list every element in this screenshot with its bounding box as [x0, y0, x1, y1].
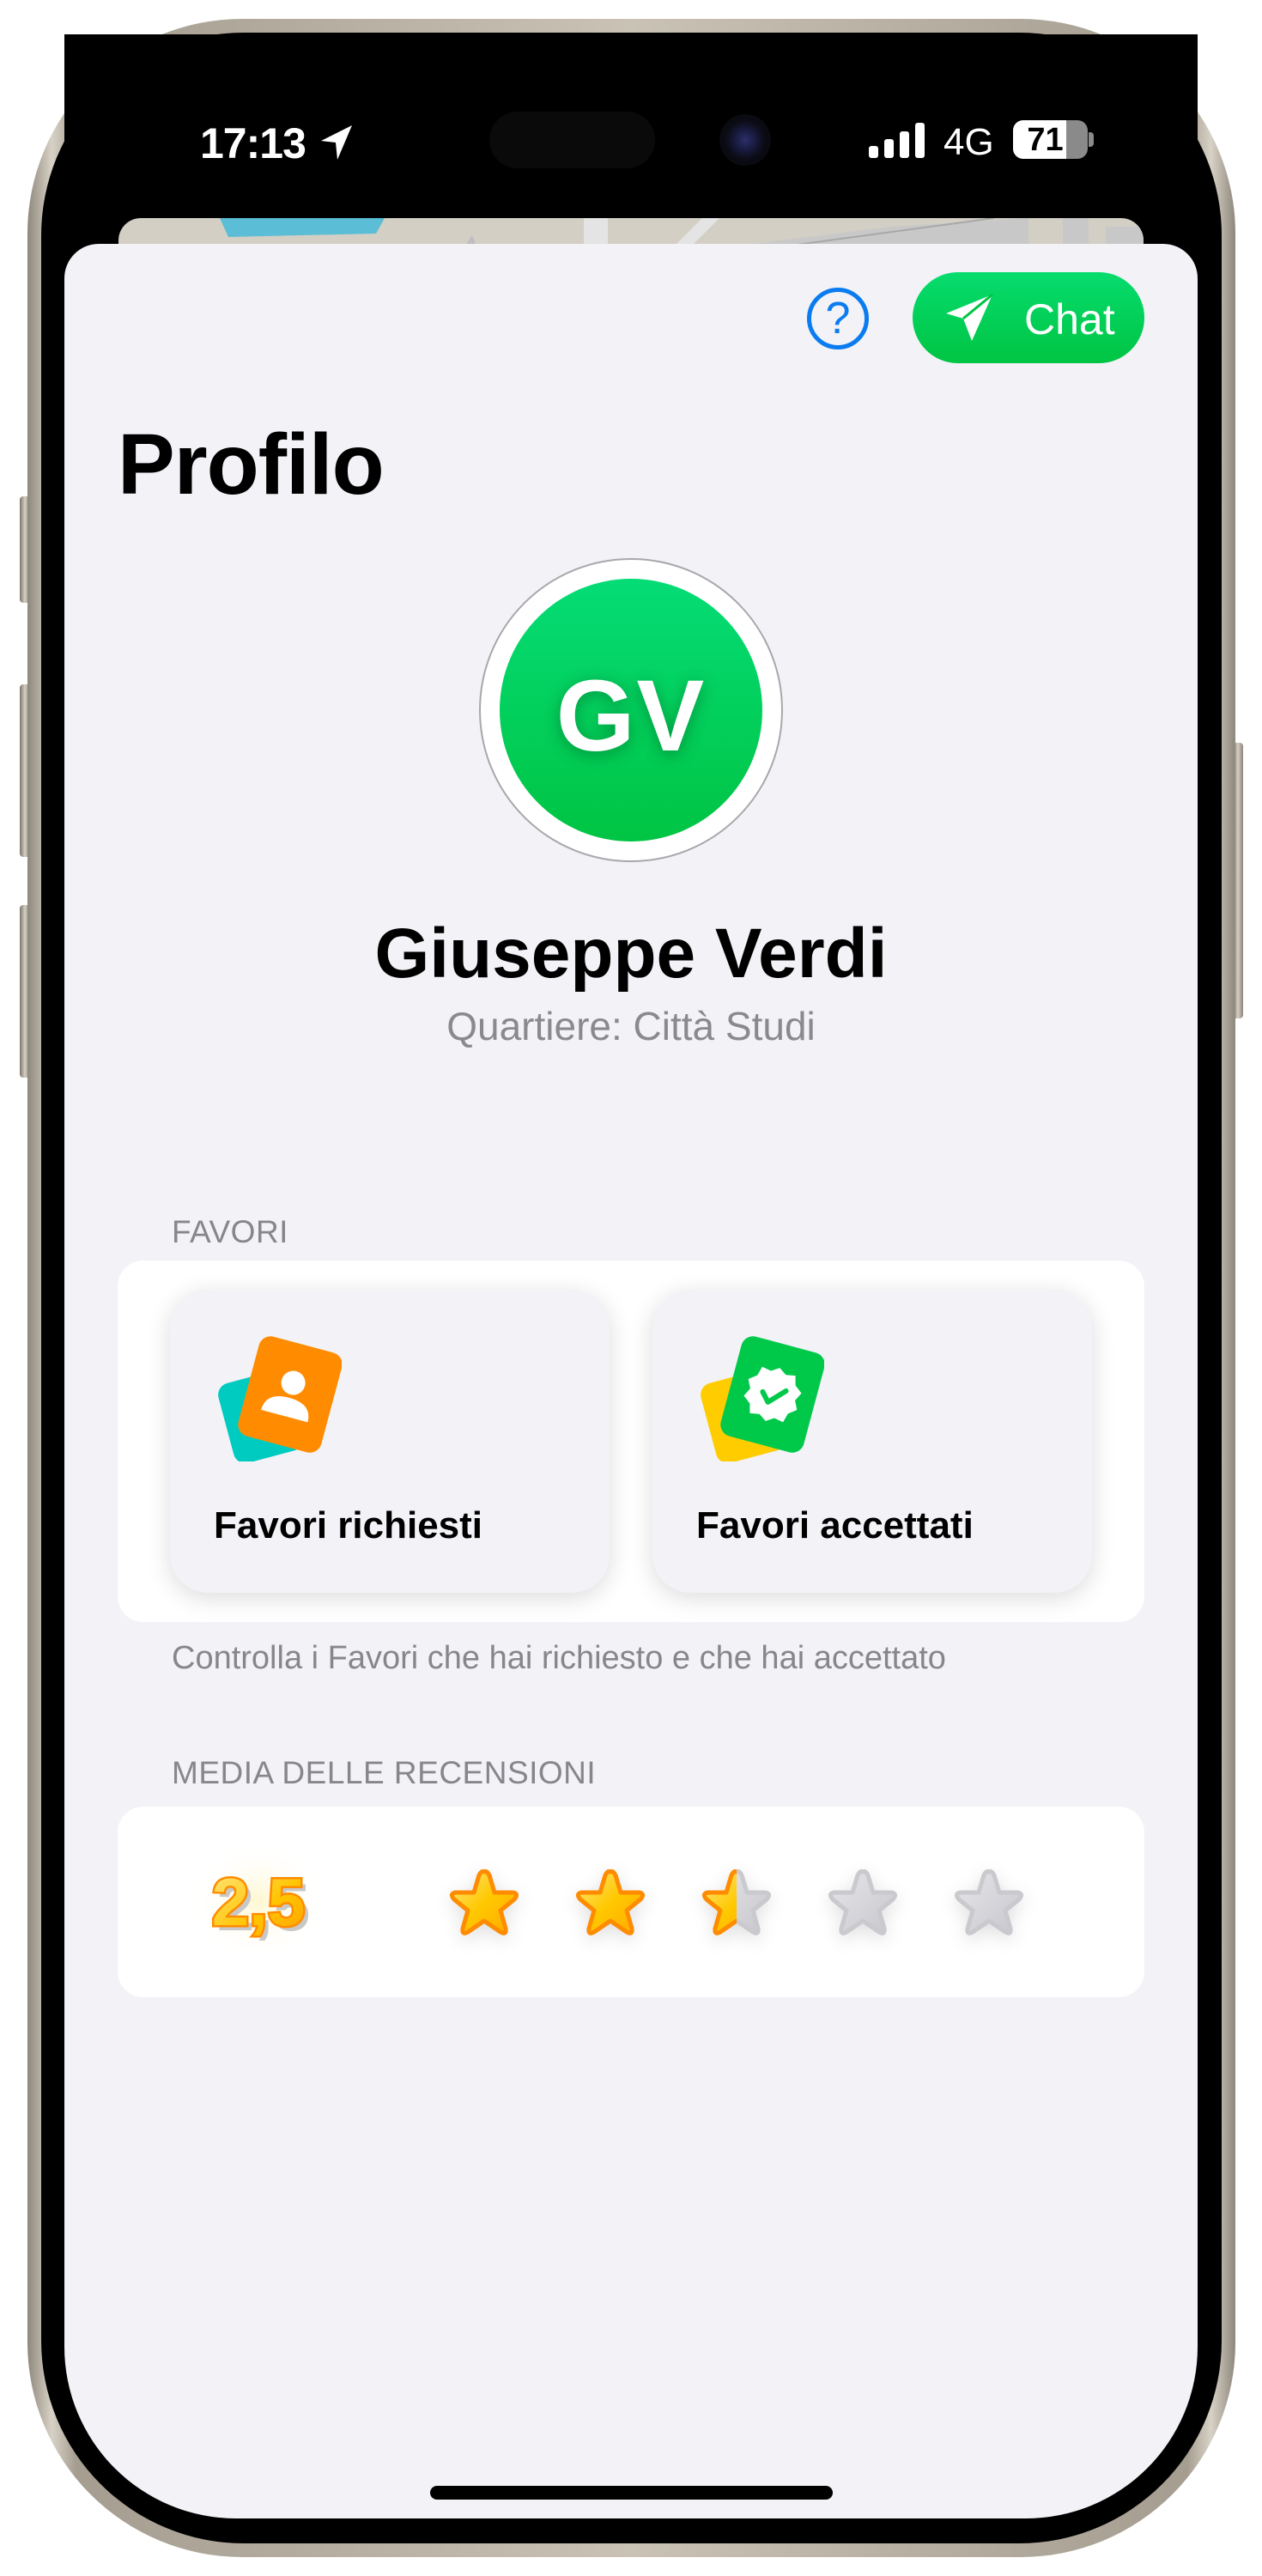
verified-badge-card-icon [701, 1336, 824, 1461]
user-neighborhood: Quartiere: Città Studi [446, 1004, 816, 1048]
star-full-icon [449, 1869, 519, 1935]
dynamic-island [489, 112, 655, 168]
battery-nub [1089, 132, 1094, 147]
favors-group: Favori richiesti Favori accettati [118, 1261, 1144, 1622]
user-name: Giuseppe Verdi [374, 914, 888, 993]
favors-accepted-card[interactable]: Favori accettati [652, 1290, 1092, 1593]
person-card-icon [218, 1336, 342, 1461]
home-indicator[interactable] [430, 2486, 833, 2500]
star-empty-part [828, 1869, 898, 1935]
star-full-icon [575, 1869, 646, 1935]
avatar: GV [500, 579, 762, 841]
star-filled-part [449, 1869, 519, 1935]
status-time: 17:13 [200, 119, 306, 167]
chat-button[interactable]: Chat [913, 272, 1144, 363]
favors-requested-label: Favori richiesti [214, 1504, 483, 1546]
signal-strength-icon [869, 123, 925, 158]
star-empty-icon [828, 1869, 898, 1935]
rating-average: 2,5 2,5 [190, 1841, 327, 1961]
star-empty-part [954, 1869, 1024, 1935]
page-title: Profilo [118, 416, 385, 513]
network-type: 4G [943, 121, 994, 163]
chat-label: Chat [1024, 295, 1115, 343]
reviews-section-label: MEDIA DELLE RECENSIONI [172, 1755, 597, 1790]
reviews-group: 2,5 2,5 [118, 1807, 1144, 1997]
favors-requested-card[interactable]: Favori richiesti [170, 1290, 610, 1593]
battery-icon: 71 [1013, 120, 1088, 159]
favors-accepted-label: Favori accettati [696, 1504, 974, 1546]
question-circle-icon: ? [825, 294, 851, 343]
rating-value-text: 2,5 [212, 1864, 305, 1940]
favors-caption: Controlla i Favori che hai richiesto e c… [172, 1640, 946, 1676]
star-half-icon [701, 1869, 772, 1935]
location-arrow-icon [321, 125, 352, 160]
battery-percent: 71 [1027, 122, 1064, 158]
profile-sheet: ? Chat Profilo GV Giuseppe Verdi Quartie… [64, 244, 1198, 2518]
front-camera [719, 114, 771, 166]
avatar-initials: GV [555, 659, 707, 773]
star-empty-icon [954, 1869, 1024, 1935]
favors-section-label: FAVORI [172, 1214, 288, 1249]
star-filled-part [575, 1869, 646, 1935]
screen: 17:13 4G 71 ? Chat Profilo GV Giuseppe V… [64, 34, 1198, 2518]
help-button[interactable]: ? [807, 288, 869, 349]
paper-plane-icon [946, 293, 993, 341]
